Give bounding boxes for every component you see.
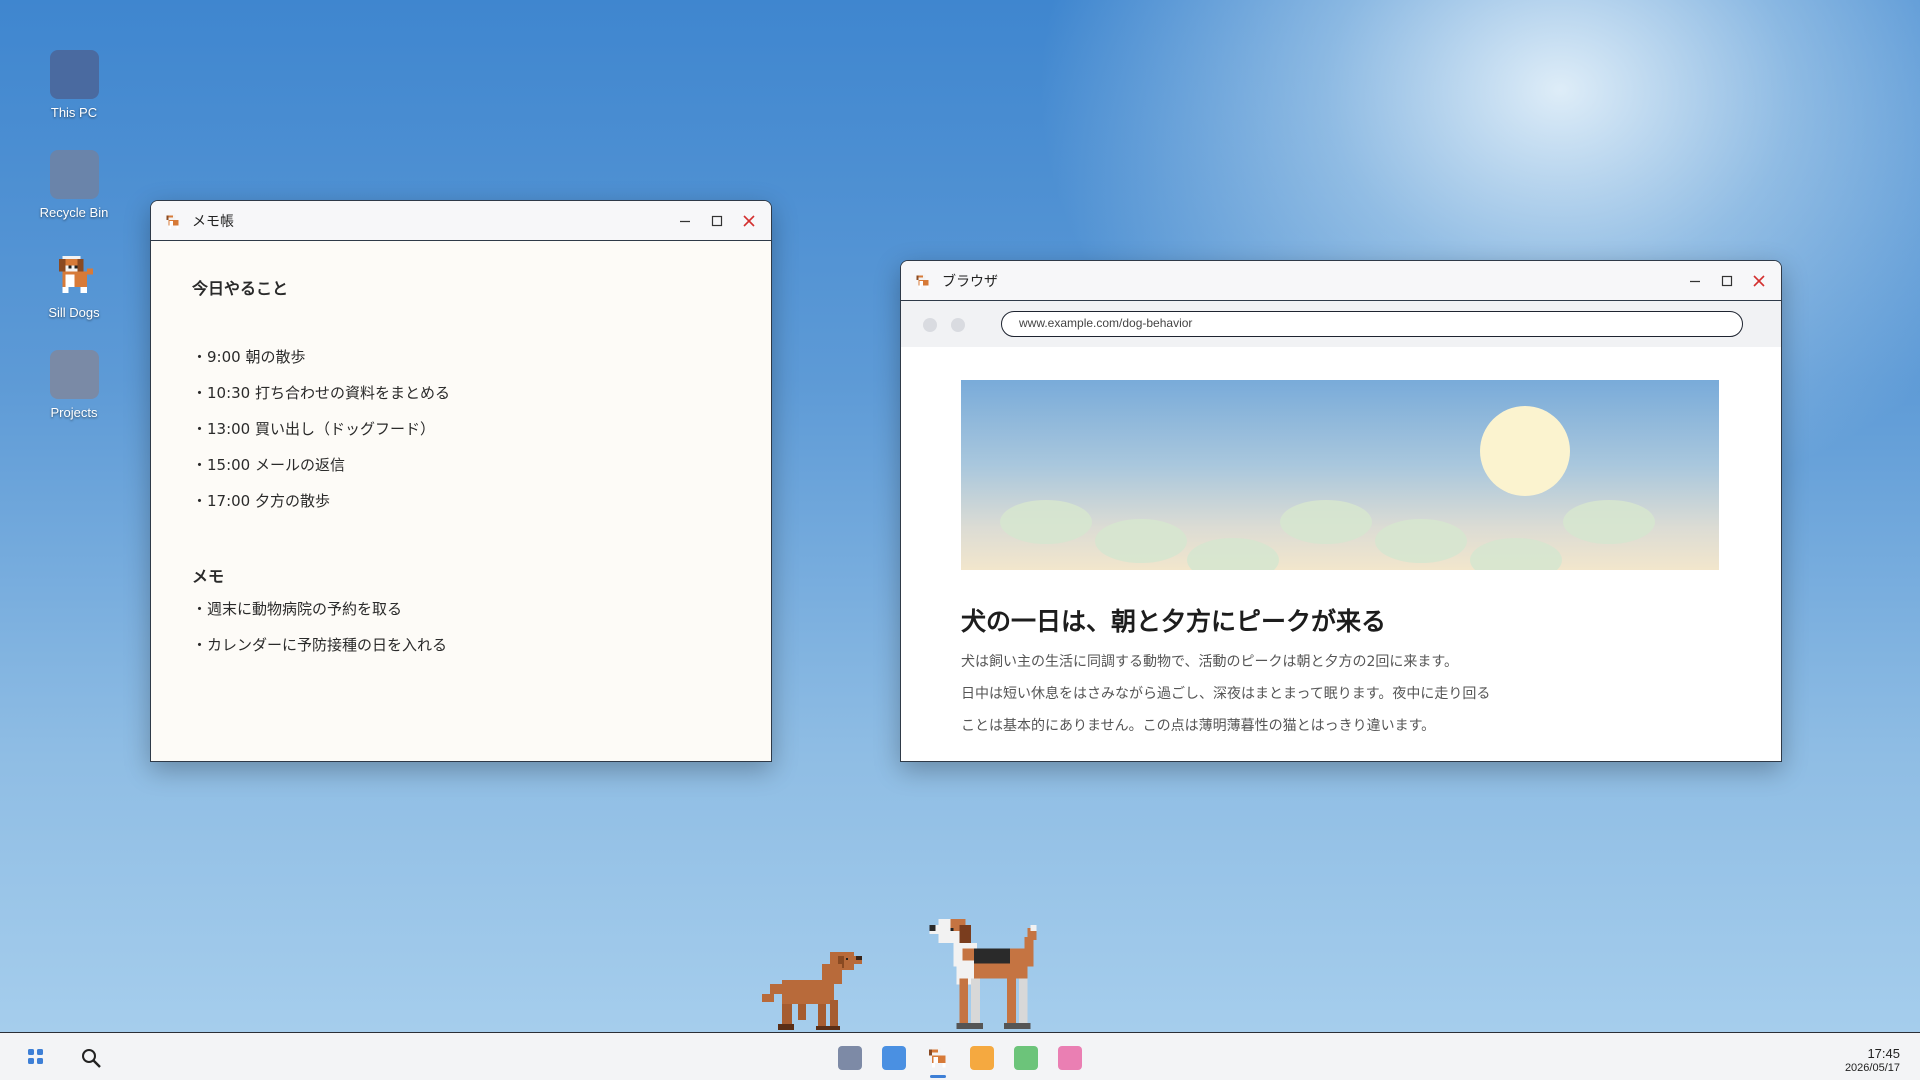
hero-image	[961, 380, 1719, 570]
window-title: ブラウザ	[942, 273, 998, 290]
close-button[interactable]	[1743, 261, 1775, 300]
notepad-heading-memo: メモ	[192, 567, 225, 586]
taskbar: 17:45 2026/05/17	[0, 1032, 1920, 1080]
back-button[interactable]	[923, 318, 937, 332]
start-grid-icon	[28, 1049, 43, 1064]
search-button[interactable]	[80, 1047, 102, 1073]
maximize-icon	[1721, 275, 1733, 286]
memo-line: ・カレンダーに予防接種の日を入れる	[192, 636, 448, 654]
sky-illustration	[1000, 406, 1655, 570]
taskbar-app-pink[interactable]	[1058, 1046, 1082, 1070]
browser-window[interactable]: ブラウザ www.example.com/dog-behavior 犬の一日は、…	[900, 260, 1782, 762]
maximize-button[interactable]	[701, 201, 733, 240]
taskbar-app-orange[interactable]	[970, 1046, 994, 1070]
browser-navbar: www.example.com/dog-behavior	[901, 301, 1781, 347]
close-icon	[743, 214, 755, 227]
desktop-icon-projects[interactable]: Projects	[36, 350, 112, 420]
taskbar-app-green[interactable]	[1014, 1046, 1038, 1070]
desktop-icon-label: Sill Dogs	[48, 305, 100, 320]
projects-folder-icon	[49, 350, 99, 399]
recycle-bin-icon	[49, 150, 99, 199]
beagle-dog-sprite[interactable]	[926, 913, 1064, 1032]
beagle-dog-icon	[166, 213, 179, 229]
notepad-titlebar[interactable]: メモ帳	[151, 201, 771, 241]
close-icon	[1753, 274, 1765, 287]
desktop-icon-recycle-bin[interactable]: Recycle Bin	[36, 150, 112, 220]
taskbar-app-blue[interactable]	[882, 1046, 906, 1070]
todo-line: ・9:00 朝の散歩	[192, 348, 306, 366]
window-title: メモ帳	[192, 213, 234, 230]
notepad-window[interactable]: メモ帳 今日やること ・9:00 朝の散歩 ・10:30 打ち合わせの資料をまと…	[150, 200, 772, 762]
todo-line: ・10:30 打ち合わせの資料をまとめる	[192, 384, 450, 402]
close-button[interactable]	[733, 201, 765, 240]
memo-line: ・週末に動物病院の予約を取る	[192, 600, 403, 618]
minimize-button[interactable]	[1679, 261, 1711, 300]
article-paragraph-line: 犬は飼い主の生活に同調する動物で、活動のピークは朝と夕方の2回に来ます。	[961, 654, 1458, 670]
beagle-dog-icon	[58, 256, 93, 293]
brown-dog-sprite[interactable]	[758, 940, 880, 1032]
beagle-dog-icon	[916, 273, 929, 289]
active-indicator	[930, 1075, 946, 1078]
search-icon	[82, 1049, 101, 1068]
system-clock[interactable]: 17:45 2026/05/17	[1845, 1046, 1900, 1074]
web-page: 犬の一日は、朝と夕方にピークが来る 犬は飼い主の生活に同調する動物で、活動のピー…	[901, 347, 1781, 761]
desktop-icon-sill-dogs[interactable]: Sill Dogs	[36, 250, 112, 320]
beagle-dog-icon	[929, 1048, 946, 1068]
address-bar[interactable]: www.example.com/dog-behavior	[1001, 311, 1743, 337]
article-title: 犬の一日は、朝と夕方にピークが来る	[961, 607, 1387, 636]
taskbar-app-gray[interactable]	[838, 1046, 862, 1070]
notepad-heading-todo: 今日やること	[192, 279, 289, 298]
desktop-icon-this-pc[interactable]: This PC	[36, 50, 112, 120]
browser-titlebar[interactable]: ブラウザ	[901, 261, 1781, 301]
article-paragraph-line: 日中は短い休息をはさみながら過ごし、深夜はまとまって眠ります。夜中に走り回る	[961, 686, 1491, 702]
desktop-icon-label: This PC	[50, 105, 98, 120]
forward-button[interactable]	[951, 318, 965, 332]
maximize-icon	[711, 215, 723, 226]
sun-shape	[1480, 406, 1570, 496]
desktop-icon-label: Recycle Bin	[39, 205, 109, 220]
minimize-icon	[1690, 280, 1700, 282]
article-paragraph-line: ことは基本的にありません。この点は薄明薄暮性の猫とはっきり違います。	[961, 718, 1436, 734]
desktop-icon-label: Projects	[50, 405, 98, 420]
this-pc-icon	[49, 50, 99, 99]
taskbar-app-sill-dogs[interactable]	[926, 1045, 950, 1078]
clock-date: 2026/05/17	[1844, 1062, 1900, 1074]
maximize-button[interactable]	[1711, 261, 1743, 300]
todo-line: ・17:00 夕方の散歩	[192, 492, 330, 510]
minimize-icon	[680, 220, 690, 222]
todo-line: ・15:00 メールの返信	[192, 456, 345, 474]
todo-line: ・13:00 買い出し（ドッグフード）	[192, 420, 435, 438]
start-button[interactable]	[26, 1047, 46, 1071]
clock-time: 17:45	[1867, 1046, 1900, 1061]
desktop: This PC Recycle Bin Sill Dogs Projects メ…	[0, 0, 1920, 1080]
minimize-button[interactable]	[669, 201, 701, 240]
notepad-text-area[interactable]: 今日やること ・9:00 朝の散歩 ・10:30 打ち合わせの資料をまとめる ・…	[151, 241, 771, 761]
